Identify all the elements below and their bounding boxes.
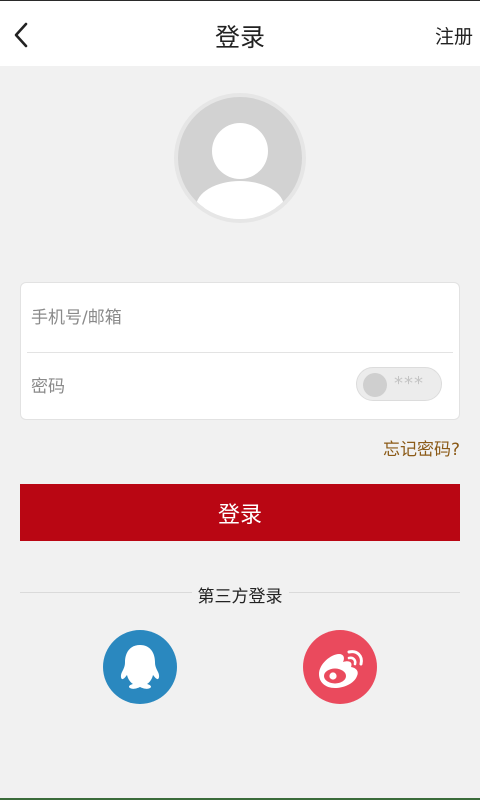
- toggle-knob: [363, 373, 387, 397]
- third-party-title-text: 第三方登录: [191, 582, 289, 607]
- account-input[interactable]: [31, 301, 351, 335]
- password-field: ***: [21, 352, 459, 421]
- qq-icon: [120, 645, 160, 689]
- user-placeholder-icon: [196, 123, 284, 219]
- page-title: 登录: [214, 23, 265, 52]
- password-mask-text: ***: [394, 373, 424, 394]
- qq-login-button[interactable]: [103, 630, 177, 704]
- third-party-heading: 第三方登录: [0, 582, 480, 607]
- account-field: [21, 283, 459, 352]
- weibo-login-button[interactable]: [303, 630, 377, 704]
- password-input[interactable]: [31, 370, 351, 404]
- forgot-password-link[interactable]: 忘记密码?: [383, 435, 460, 460]
- top-bar: 登录 注册: [0, 0, 480, 66]
- password-visibility-toggle[interactable]: ***: [356, 367, 442, 401]
- register-link[interactable]: 注册: [435, 22, 473, 49]
- login-form: ***: [20, 282, 460, 420]
- avatar[interactable]: [174, 93, 306, 223]
- weibo-icon: [319, 650, 363, 688]
- login-button[interactable]: 登录: [20, 484, 460, 541]
